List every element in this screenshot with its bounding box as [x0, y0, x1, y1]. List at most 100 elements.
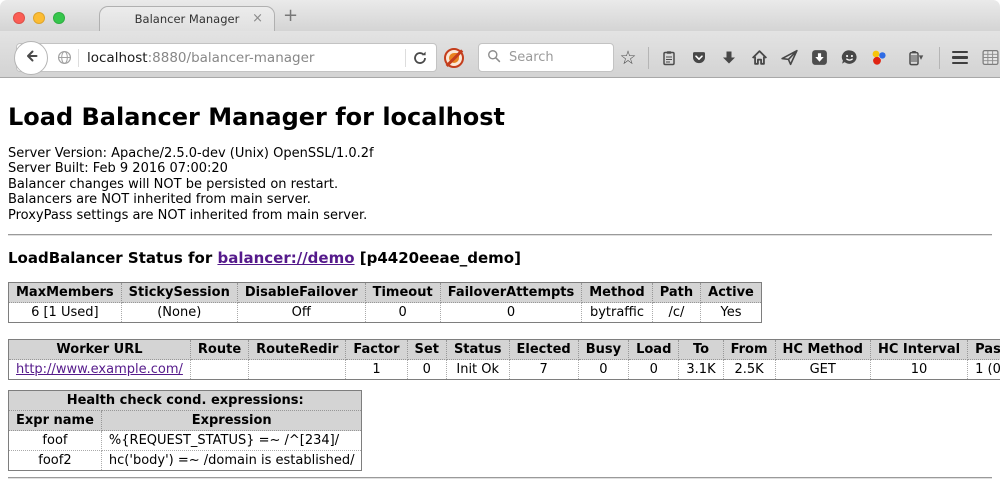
star-icon: ☆ — [619, 48, 636, 68]
window-close-button[interactable] — [13, 12, 25, 24]
paper-plane-icon — [780, 48, 799, 67]
pocket-button[interactable] — [689, 48, 709, 68]
browser-window: Balancer Manager × + localhost:8880/bala… — [0, 0, 1000, 491]
table-row: http://www.example.com/ 1 0 Init Ok 7 0 … — [9, 360, 1000, 380]
health-check-table: Health check cond. expressions: Expr nam… — [8, 390, 362, 471]
tiles-extension-button[interactable] — [980, 48, 1000, 68]
window-zoom-button[interactable] — [53, 12, 65, 24]
new-tab-button[interactable]: + — [283, 5, 298, 27]
video-download-helper-button[interactable] — [809, 48, 829, 68]
table-cell: 0 — [578, 360, 628, 380]
column-header: HC Interval — [870, 340, 967, 360]
column-header: Worker URL — [9, 340, 191, 360]
divider-rule — [8, 234, 992, 236]
column-header: Route — [190, 340, 248, 360]
server-info: Server Version: Apache/2.5.0-dev (Unix) … — [8, 146, 992, 223]
home-icon — [750, 48, 769, 67]
server-built-line: Server Built: Feb 9 2016 07:00:20 — [8, 161, 992, 176]
urlbar-divider — [405, 49, 406, 67]
table-cell: GET — [775, 360, 870, 380]
expr-name-cell: foof2 — [9, 451, 102, 471]
table-cell: 10 — [870, 360, 967, 380]
column-header: Elected — [509, 340, 578, 360]
column-header: Load — [629, 340, 679, 360]
tab-title: Balancer Manager — [135, 12, 240, 26]
expr-name-cell: foof — [9, 431, 102, 451]
color-dots-icon — [869, 48, 889, 68]
column-header: To — [679, 340, 723, 360]
table-cell: 7 — [509, 360, 578, 380]
column-header: DisableFailover — [237, 283, 365, 303]
expression-cell: %{REQUEST_STATUS} =~ /^[234]/ — [101, 431, 362, 451]
worker-url-link[interactable]: http://www.example.com/ — [16, 362, 183, 377]
url-path: :8880/balancer-manager — [148, 50, 315, 66]
balancer-settings-table: MaxMembers StickySession DisableFailover… — [8, 282, 762, 323]
persist-warning-line: Balancer changes will NOT be persisted o… — [8, 177, 992, 192]
smiley-icon — [840, 48, 859, 67]
home-button[interactable] — [749, 48, 769, 68]
table-cell: 0 — [407, 360, 446, 380]
send-tab-button[interactable] — [779, 48, 799, 68]
server-version-line: Server Version: Apache/2.5.0-dev (Unix) … — [8, 146, 992, 161]
column-header: RouteRedir — [249, 340, 346, 360]
bookmark-star-button[interactable]: ☆ — [618, 48, 638, 68]
feedback-smiley-button[interactable] — [839, 48, 859, 68]
column-header: Status — [446, 340, 509, 360]
browser-tab[interactable]: Balancer Manager × — [99, 6, 275, 31]
bookmarks-menu-button[interactable] — [659, 48, 679, 68]
url-bar[interactable]: localhost:8880/balancer-manager — [16, 43, 437, 72]
column-header: From — [723, 340, 775, 360]
worker-url-cell: http://www.example.com/ — [9, 360, 191, 380]
column-header: Path — [652, 283, 700, 303]
column-header: Passes — [968, 340, 1000, 360]
search-input[interactable] — [507, 49, 605, 66]
table-cell — [190, 360, 248, 380]
downloads-button[interactable] — [719, 48, 739, 68]
url-text[interactable]: localhost:8880/balancer-manager — [87, 50, 401, 66]
extension-colordots-button[interactable] — [869, 48, 889, 68]
search-icon — [487, 48, 501, 67]
balancer-status-heading: LoadBalancer Status for balancer://demo … — [8, 249, 992, 267]
back-button[interactable] — [14, 41, 48, 75]
boxed-download-icon — [810, 48, 829, 67]
column-header: Factor — [346, 340, 407, 360]
download-arrow-icon — [720, 49, 738, 67]
flashblock-icon[interactable] — [444, 48, 464, 68]
table-cell: 6 [1 Used] — [9, 303, 122, 323]
hamburger-icon — [952, 51, 968, 65]
pocket-icon — [690, 49, 708, 67]
table-cell — [249, 360, 346, 380]
urlbar-divider — [78, 49, 79, 67]
battery-extension-button[interactable]: ▾ — [899, 48, 929, 68]
tab-close-icon[interactable]: × — [252, 11, 263, 26]
site-identity-globe-icon[interactable] — [57, 50, 72, 65]
table-row: foof %{REQUEST_STATUS} =~ /^[234]/ — [9, 431, 362, 451]
navigation-toolbar: localhost:8880/balancer-manager ☆ — [0, 31, 1000, 78]
column-header: Expr name — [9, 411, 102, 431]
window-titlebar: Balancer Manager × + — [0, 0, 1000, 31]
hamburger-menu-button[interactable] — [950, 48, 970, 68]
table-cell: 3.1K — [679, 360, 723, 380]
table-title-row: Health check cond. expressions: — [9, 391, 362, 411]
table-cell: 0 — [365, 303, 440, 323]
table-cell: 2.5K — [723, 360, 775, 380]
table-cell: 1 (0) — [968, 360, 1000, 380]
table-cell: 1 — [346, 360, 407, 380]
toolbar-divider — [939, 47, 940, 69]
table-header-row: Worker URL Route RouteRedir Factor Set S… — [9, 340, 1000, 360]
table-cell: /c/ — [652, 303, 700, 323]
column-header: Timeout — [365, 283, 440, 303]
window-minimize-button[interactable] — [33, 12, 45, 24]
grid-page-icon — [981, 48, 1000, 67]
worker-status-table: Worker URL Route RouteRedir Factor Set S… — [8, 339, 1000, 380]
table-cell: Yes — [701, 303, 762, 323]
table-cell: 0 — [629, 360, 679, 380]
health-table-title: Health check cond. expressions: — [9, 391, 362, 411]
balancers-warning-line: Balancers are NOT inherited from main se… — [8, 192, 992, 207]
toolbar-divider — [648, 47, 649, 69]
expression-cell: hc('body') =~ /domain is established/ — [101, 451, 362, 471]
back-arrow-icon — [23, 48, 39, 68]
reload-button[interactable] — [412, 50, 428, 66]
search-bar[interactable] — [478, 43, 614, 72]
balancer-demo-link[interactable]: balancer://demo — [217, 249, 354, 267]
